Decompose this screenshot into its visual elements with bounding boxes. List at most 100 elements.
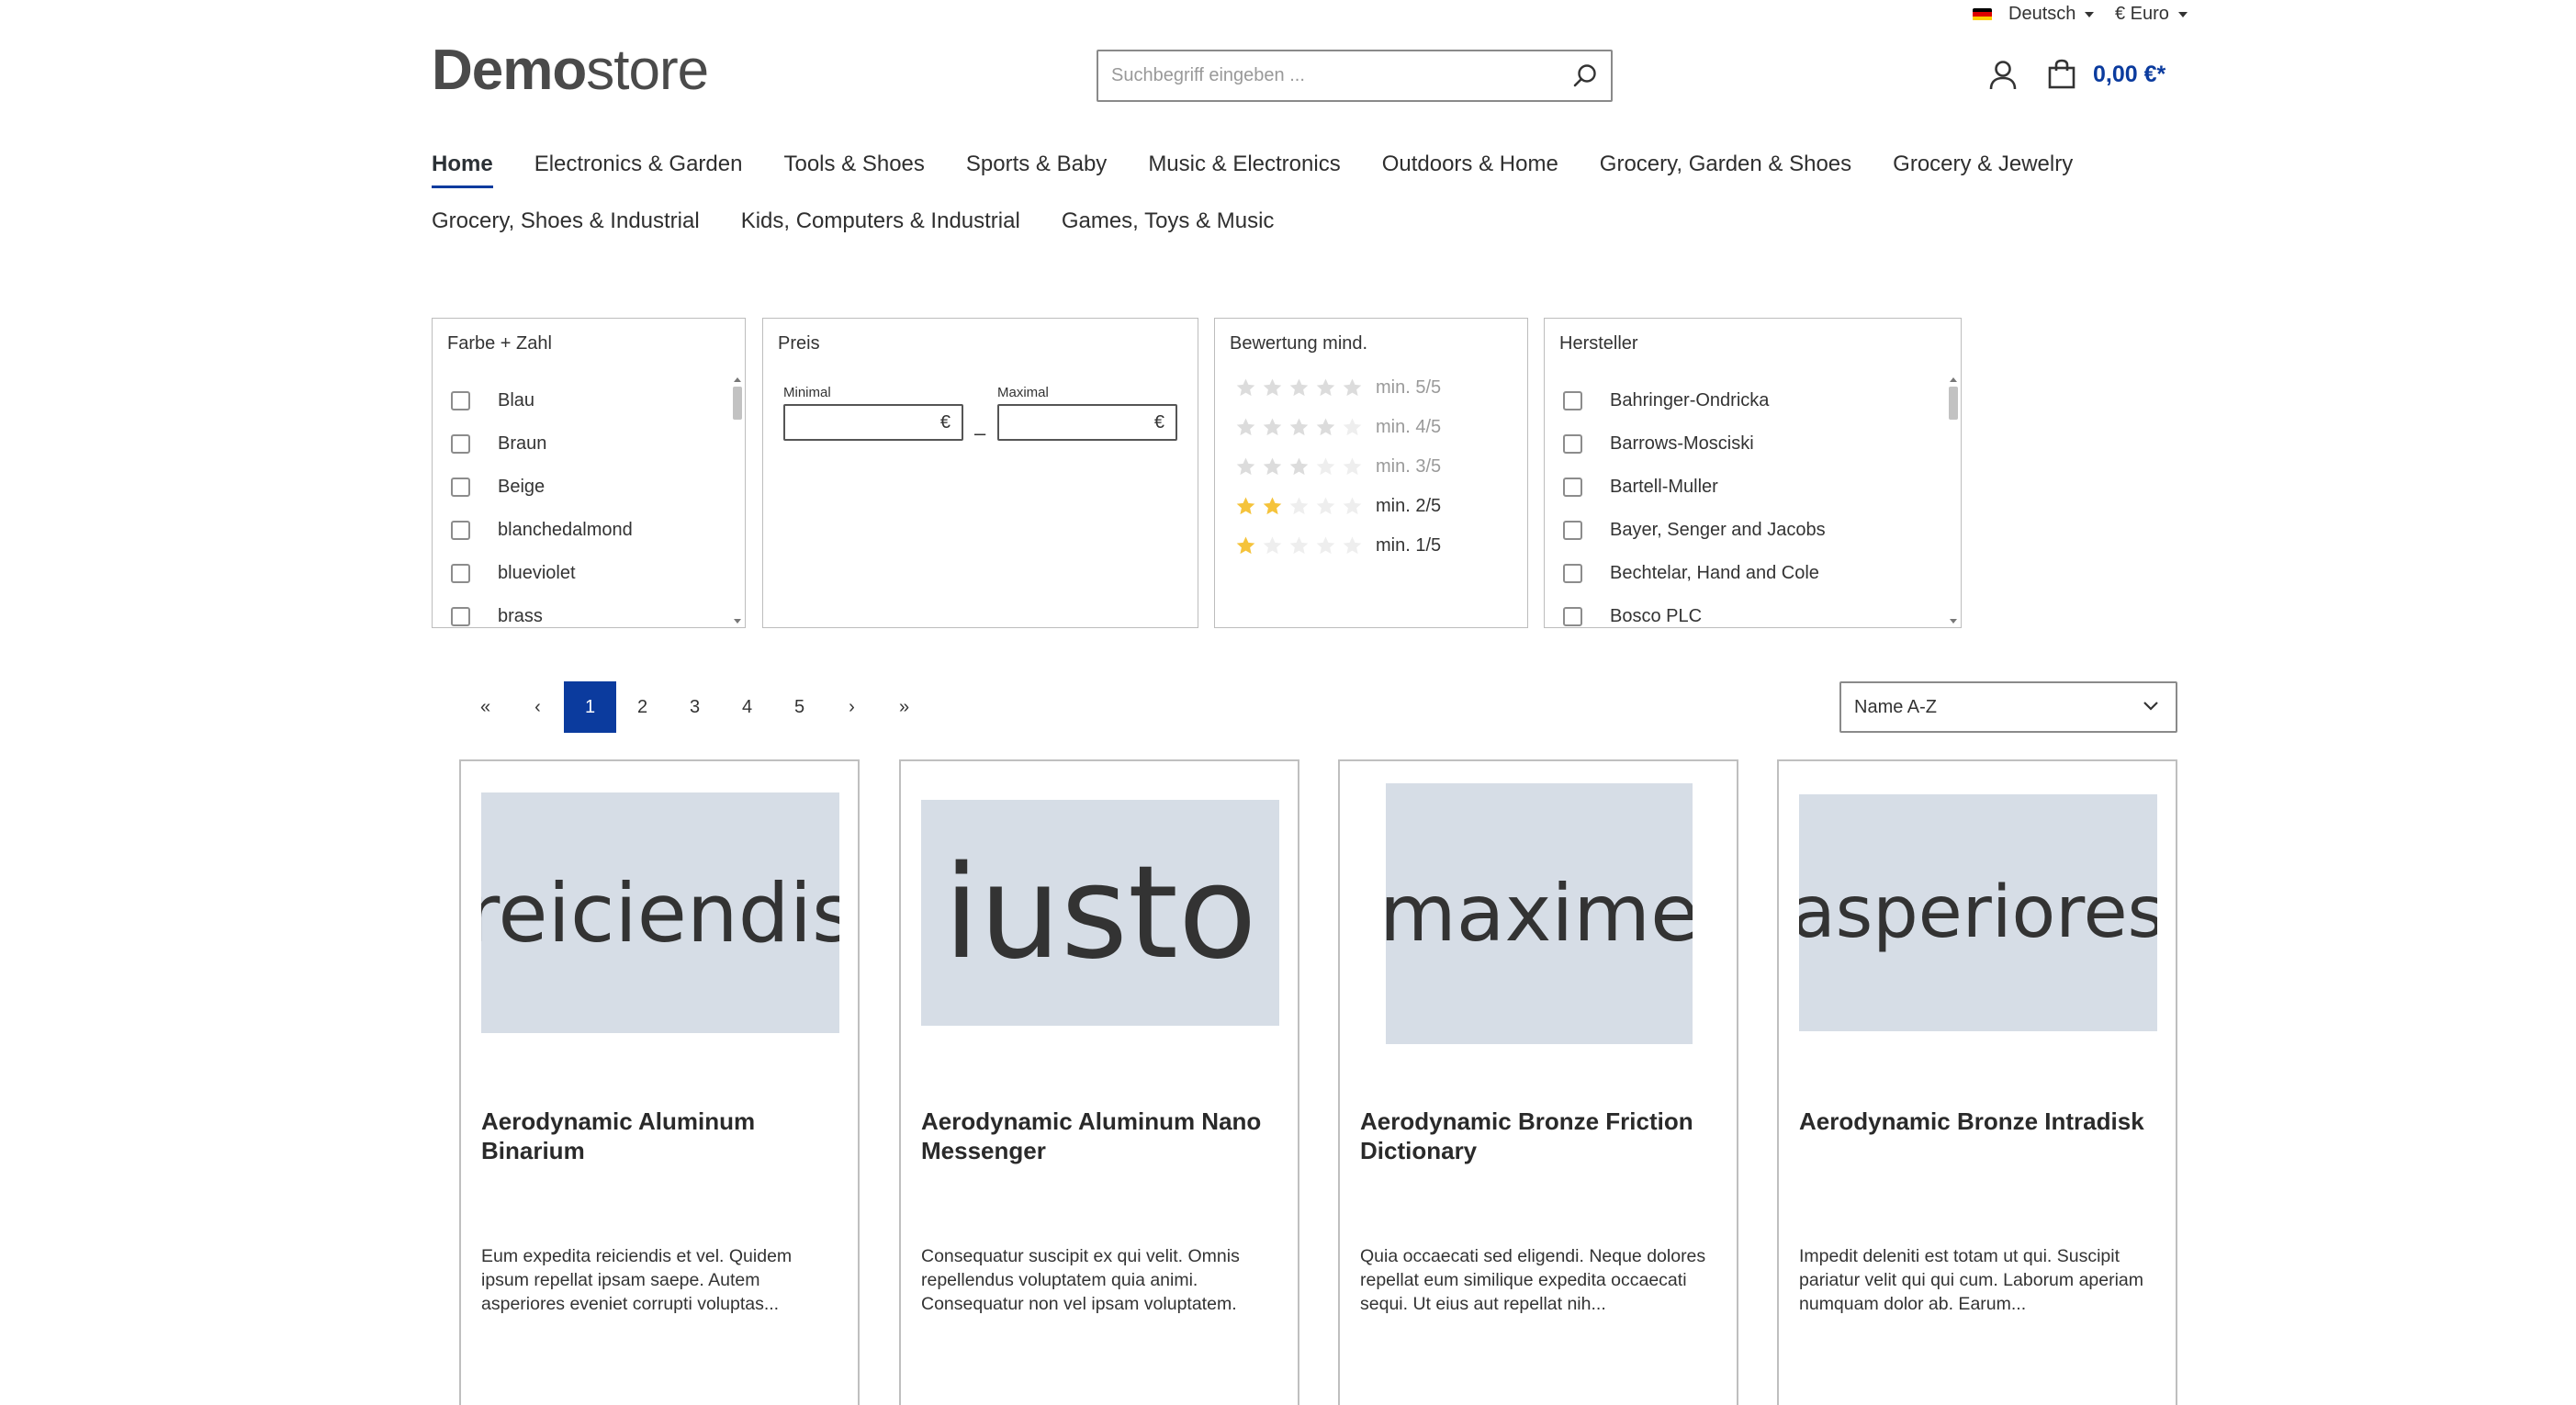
scroll-down-icon[interactable] (734, 619, 741, 624)
star-empty-icon (1289, 457, 1309, 475)
star-empty-icon (1289, 378, 1309, 396)
filter-option[interactable]: Beige (451, 466, 726, 509)
checkbox[interactable] (1563, 478, 1582, 497)
product-card[interactable]: asperiores Aerodynamic Bronze Intradisk … (1777, 759, 2177, 1405)
checkbox[interactable] (451, 521, 470, 540)
pagination-prev-button[interactable]: ‹ (512, 681, 564, 733)
checkbox[interactable] (451, 564, 470, 583)
filter-option[interactable]: Bechtelar, Hand and Cole (1563, 552, 1942, 595)
product-image[interactable]: iusto (921, 800, 1279, 1026)
checkbox[interactable] (451, 478, 470, 497)
nav-item-kids-computers-industrial[interactable]: Kids, Computers & Industrial (741, 208, 1020, 234)
checkbox[interactable] (451, 391, 470, 410)
currency-switcher[interactable]: € Euro (2115, 4, 2188, 25)
scroll-thumb[interactable] (1949, 387, 1958, 420)
filter-option[interactable]: Bayer, Senger and Jacobs (1563, 509, 1942, 552)
filter-option[interactable]: Braun (451, 422, 726, 466)
search-button[interactable] (1559, 51, 1611, 100)
product-image[interactable]: asperiores (1799, 794, 2157, 1031)
checkbox[interactable] (451, 434, 470, 454)
product-name[interactable]: Aerodynamic Aluminum Binarium (481, 1107, 839, 1165)
nav-item-grocery-shoes-industrial[interactable]: Grocery, Shoes & Industrial (432, 208, 700, 234)
star-filled-icon (1263, 497, 1282, 514)
checkbox[interactable] (1563, 434, 1582, 454)
pagination-last-button[interactable]: » (878, 681, 930, 733)
scrollbar[interactable] (1948, 376, 1959, 625)
checkbox[interactable] (1563, 521, 1582, 540)
language-label: Deutsch (2008, 4, 2076, 24)
product-description: Eum expedita reiciendis et vel. Quidem i… (481, 1246, 793, 1314)
checkbox[interactable] (1563, 391, 1582, 410)
pagination-page-3[interactable]: 3 (669, 681, 721, 733)
product-image[interactable]: maxime (1386, 783, 1693, 1044)
nav-item-electronics-garden[interactable]: Electronics & Garden (534, 152, 743, 177)
star-empty-icon (1263, 378, 1282, 396)
filter-option[interactable]: Bosco PLC (1563, 595, 1942, 627)
pagination-first-button[interactable]: « (459, 681, 512, 733)
price-min-input[interactable]: € (783, 404, 963, 441)
product-image[interactable]: reiciendis (481, 792, 839, 1033)
filter-title: Preis (778, 333, 820, 354)
search-form (1097, 50, 1613, 102)
checkbox[interactable] (1563, 564, 1582, 583)
scroll-up-icon[interactable] (1950, 377, 1957, 382)
product-card[interactable]: iusto Aerodynamic Aluminum Nano Messenge… (899, 759, 1299, 1405)
user-icon (1989, 61, 2017, 90)
rating-option[interactable]: min. 1/5 (1235, 532, 1441, 559)
rating-option[interactable]: min. 2/5 (1235, 492, 1441, 520)
pagination-page-4[interactable]: 4 (721, 681, 773, 733)
scroll-thumb[interactable] (733, 387, 742, 420)
checkbox[interactable] (451, 607, 470, 626)
logo-light-text: store (586, 39, 709, 102)
nav-item-games-toys-music[interactable]: Games, Toys & Music (1062, 208, 1275, 234)
language-switcher[interactable]: Deutsch (1973, 4, 2095, 25)
star-empty-icon (1263, 418, 1282, 435)
pagination-page-2[interactable]: 2 (616, 681, 669, 733)
product-name[interactable]: Aerodynamic Bronze Friction Dictionary (1360, 1107, 1718, 1165)
nav-item-grocery-jewelry[interactable]: Grocery & Jewelry (1893, 152, 2073, 177)
checkbox[interactable] (1563, 607, 1582, 626)
nav-item-grocery-garden-shoes[interactable]: Grocery, Garden & Shoes (1600, 152, 1851, 177)
cart-button[interactable]: 0,00 €* (2047, 59, 2165, 90)
scroll-up-icon[interactable] (734, 377, 741, 382)
filter-rating-panel: Bewertung mind. min. 5/5 min. 4/5 min. 3/5… (1214, 318, 1528, 628)
filter-option[interactable]: Bahringer-Ondricka (1563, 379, 1942, 422)
product-name[interactable]: Aerodynamic Bronze Intradisk (1799, 1107, 2157, 1136)
filter-option[interactable]: Bartell-Muller (1563, 466, 1942, 509)
product-card[interactable]: maxime Aerodynamic Bronze Friction Dicti… (1338, 759, 1738, 1405)
option-label: blanchedalmond (498, 520, 633, 540)
filter-color-panel: Farbe + Zahl Blau Braun Beige blanchedal… (432, 318, 746, 628)
search-input[interactable] (1098, 51, 1559, 100)
option-label: Bechtelar, Hand and Cole (1610, 563, 1819, 583)
rating-stars (1235, 377, 1368, 399)
option-label: Bahringer-Ondricka (1610, 390, 1770, 410)
product-card[interactable]: reiciendis Aerodynamic Aluminum Binarium… (459, 759, 860, 1405)
star-empty-icon (1236, 378, 1255, 396)
filter-option[interactable]: brass (451, 595, 726, 627)
price-max-input[interactable]: € (997, 404, 1177, 441)
nav-item-home[interactable]: Home (432, 152, 493, 188)
pagination-next-button[interactable]: › (826, 681, 878, 733)
scrollbar[interactable] (732, 376, 743, 625)
filter-option[interactable]: Blau (451, 379, 726, 422)
rating-stars (1235, 535, 1368, 556)
product-name[interactable]: Aerodynamic Aluminum Nano Messenger (921, 1107, 1279, 1165)
pagination-page-1[interactable]: 1 (564, 681, 616, 733)
store-logo[interactable]: Demostore (432, 39, 709, 102)
rating-option: min. 3/5 (1235, 453, 1441, 480)
pagination-page-5[interactable]: 5 (773, 681, 826, 733)
nav-row: Grocery, Shoes & Industrial Kids, Comput… (432, 193, 2177, 250)
nav-item-music-electronics[interactable]: Music & Electronics (1148, 152, 1340, 177)
nav-item-tools-shoes[interactable]: Tools & Shoes (783, 152, 924, 177)
filter-option[interactable]: blanchedalmond (451, 509, 726, 552)
filter-option[interactable]: blueviolet (451, 552, 726, 595)
filter-option[interactable]: Barrows-Mosciski (1563, 422, 1942, 466)
sort-select[interactable]: Name A-Z (1839, 681, 2177, 733)
top-bar: Deutsch € Euro (0, 0, 2576, 33)
nav-item-outdoors-home[interactable]: Outdoors & Home (1382, 152, 1558, 177)
price-max-group: Maximal € (997, 385, 1177, 441)
scroll-down-icon[interactable] (1950, 619, 1957, 624)
rating-label: min. 1/5 (1376, 534, 1442, 556)
account-button[interactable] (1987, 59, 2019, 92)
nav-item-sports-baby[interactable]: Sports & Baby (966, 152, 1107, 177)
